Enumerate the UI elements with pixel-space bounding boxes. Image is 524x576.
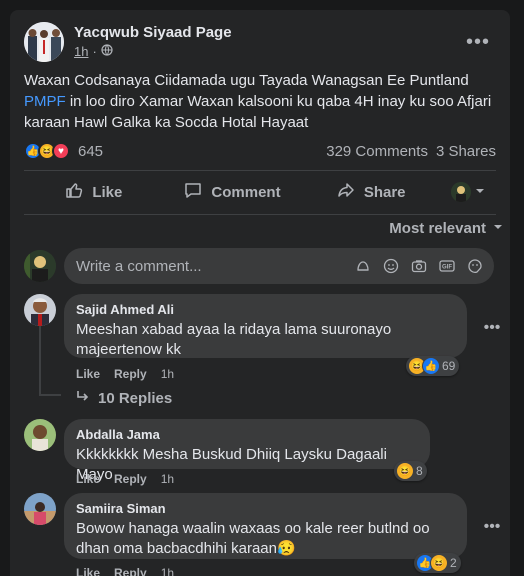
post-time[interactable]: 1h <box>74 44 88 59</box>
camera-icon[interactable] <box>410 257 428 275</box>
comments-count[interactable]: 329 Comments <box>326 143 428 160</box>
chevron-down-icon <box>492 220 504 237</box>
commenter-avatar[interactable] <box>24 493 56 525</box>
comment-input[interactable]: Write a comment... GIF <box>64 248 494 284</box>
haha-reaction-icon: 😆 <box>396 462 414 480</box>
comment-reply-link[interactable]: Reply <box>114 566 147 576</box>
engagement-counts: 329 Comments 3 Shares <box>326 143 496 160</box>
comment-like-link[interactable]: Like <box>76 566 100 576</box>
emoji-icon[interactable] <box>382 257 400 275</box>
post-text-part: Waxan Codsanaya Ciidamada ugu Tayada Wan… <box>24 72 469 89</box>
divider <box>24 170 496 171</box>
like-label: Like <box>92 183 123 201</box>
comment-actions: Like Reply 1h <box>76 472 174 486</box>
comment-like-link[interactable]: Like <box>76 367 100 381</box>
post-author-name[interactable]: Yacqwub Siyaad Page <box>74 24 232 41</box>
post-text: Waxan Codsanaya Ciidamada ugu Tayada Wan… <box>24 70 494 133</box>
commenter-name[interactable]: Abdalla Jama <box>76 427 418 443</box>
post-meta: 1h · <box>74 44 113 59</box>
comment-reactions[interactable]: 👍 😆 2 <box>414 553 461 573</box>
comment-composer: Write a comment... GIF <box>24 248 496 288</box>
share-icon <box>336 180 356 204</box>
view-replies-button[interactable]: 10 Replies <box>76 390 172 407</box>
sort-comments-dropdown[interactable]: Most relevant <box>389 220 504 237</box>
comment-bubble: Samiira Siman Bowow hanaga waalin waxaas… <box>64 493 467 559</box>
sticker-icon[interactable] <box>466 257 484 275</box>
reaction-count[interactable]: 645 <box>78 143 103 160</box>
reaction-count: 2 <box>450 556 457 570</box>
post-more-icon[interactable]: ••• <box>462 26 494 58</box>
comment-time[interactable]: 1h <box>161 566 174 576</box>
comment-text: Meeshan xabad ayaa la ridaya lama suuron… <box>76 321 392 358</box>
post-text-part: in loo diro Xamar Waxan kalsooni ku qaba… <box>24 93 492 131</box>
haha-reaction-icon: 😆 <box>430 554 448 572</box>
shares-count[interactable]: 3 Shares <box>436 143 496 160</box>
commenter-name[interactable]: Samiira Siman <box>76 501 455 517</box>
thumbs-up-icon <box>64 180 84 204</box>
like-button[interactable]: Like <box>24 175 163 209</box>
globe-icon <box>101 44 113 59</box>
share-as-selector[interactable] <box>440 182 496 202</box>
user-avatar <box>451 182 472 202</box>
comment-reply-link[interactable]: Reply <box>114 367 147 381</box>
reaction-count: 69 <box>442 359 456 373</box>
commenter-avatar[interactable] <box>24 419 56 451</box>
comment-like-link[interactable]: Like <box>76 472 100 486</box>
comment-text: Bowow hanaga waalin waxaas oo kale reer … <box>76 520 430 557</box>
comment-button[interactable]: Comment <box>163 175 302 209</box>
comment-time[interactable]: 1h <box>161 472 174 486</box>
divider <box>24 214 496 215</box>
reply-arrow-icon <box>76 390 90 407</box>
composer-tools: GIF <box>354 257 494 275</box>
comment-time[interactable]: 1h <box>161 367 174 381</box>
caret-down-icon <box>475 183 485 201</box>
svg-text:GIF: GIF <box>442 265 452 271</box>
share-button[interactable]: Share <box>301 175 440 209</box>
post-header: Yacqwub Siyaad Page 1h · ••• <box>24 22 504 72</box>
comment-bubble: Abdalla Jama Kkkkkkkk Mesha Buskud Dhiiq… <box>64 419 430 483</box>
reaction-icons[interactable]: 👍 😆 ♥ <box>24 142 70 160</box>
comment-placeholder: Write a comment... <box>76 257 202 275</box>
avatar-sticker-icon[interactable] <box>354 257 372 275</box>
author-avatar[interactable] <box>24 22 64 62</box>
comment-more-icon[interactable]: ••• <box>478 314 506 342</box>
comment-label: Comment <box>211 183 281 201</box>
dot-separator: · <box>92 44 97 59</box>
commenter-avatar[interactable] <box>24 294 56 326</box>
post-card: Yacqwub Siyaad Page 1h · ••• Waxan Codsa… <box>10 10 510 576</box>
comment-icon <box>183 180 203 204</box>
sort-label: Most relevant <box>389 220 486 237</box>
current-user-avatar[interactable] <box>24 250 56 282</box>
comment-actions: Like Reply 1h <box>76 566 174 576</box>
thread-line <box>39 394 61 396</box>
reaction-count: 8 <box>416 464 423 478</box>
gif-icon[interactable]: GIF <box>438 257 456 275</box>
like-reaction-icon: 👍 <box>422 357 440 375</box>
post-actions: Like Comment Share <box>24 175 496 209</box>
comment-reply-link[interactable]: Reply <box>114 472 147 486</box>
comment-bubble: Sajid Ahmed Ali Meeshan xabad ayaa la ri… <box>64 294 467 358</box>
share-label: Share <box>363 183 406 201</box>
reaction-summary: 👍 😆 ♥ 645 329 Comments 3 Shares <box>24 141 496 161</box>
hashtag-link[interactable]: PMPF <box>24 93 66 110</box>
thread-line <box>39 326 41 396</box>
love-reaction-icon: ♥ <box>52 142 70 160</box>
comment-reactions[interactable]: 😆 👍 69 <box>406 356 460 376</box>
commenter-name[interactable]: Sajid Ahmed Ali <box>76 302 455 318</box>
comment-more-icon[interactable]: ••• <box>478 513 506 541</box>
replies-count: 10 Replies <box>98 390 173 407</box>
comment-actions: Like Reply 1h <box>76 367 174 381</box>
comment-reactions[interactable]: 😆 8 <box>394 461 427 481</box>
